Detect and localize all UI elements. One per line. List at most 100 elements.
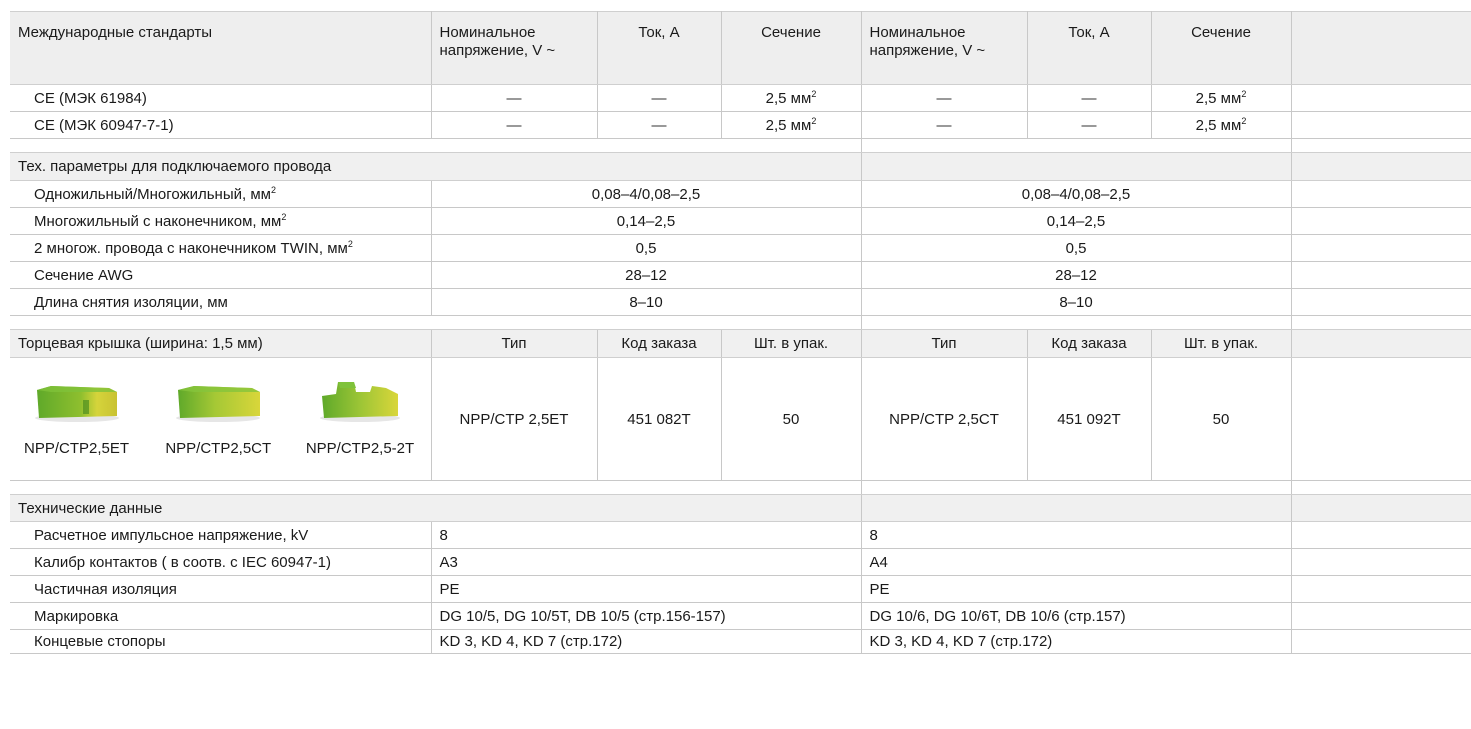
table-row: Частичная изоляция PE PE — [10, 575, 1471, 603]
section-value-b: 2,5 мм2 — [1151, 84, 1292, 112]
table-row: Маркировка DG 10/5, DG 10/5T, DB 10/5 (с… — [10, 602, 1471, 630]
type-value-a: NPP/CTP 2,5ET — [431, 357, 598, 481]
tech-value-a: KD 3, KD 4, KD 7 (стр.172) — [431, 629, 862, 654]
wire-value-a: 0,14–2,5 — [431, 207, 862, 235]
tech-param-name: Калибр контактов ( в соотв. с IEC 60947-… — [10, 548, 432, 576]
thumb-label: NPP/CTP2,5CT — [165, 439, 272, 457]
wire-value-a: 8–10 — [431, 288, 862, 316]
tech-param-name: Частичная изоляция — [10, 575, 432, 603]
type-header-b: Тип — [861, 329, 1028, 358]
wire-value-a: 0,08–4/0,08–2,5 — [431, 180, 862, 208]
qty-header-b: Шт. в упак. — [1151, 329, 1292, 358]
table-row: 2 многож. провода с наконечником TWIN, м… — [10, 234, 1471, 262]
endcap-row: NPP/CTP2,5ET NPP/CTP2,5CT NPP/CTP2,5-2T … — [10, 357, 1471, 481]
voltage-value-b: — — [861, 84, 1028, 112]
tech-value-b: KD 3, KD 4, KD 7 (стр.172) — [861, 629, 1292, 654]
empty-cell — [1291, 11, 1471, 85]
product-thumb: NPP/CTP2,5ET — [10, 378, 143, 457]
type-header-a: Тип — [431, 329, 598, 358]
code-value-a: 451 082T — [597, 357, 722, 481]
table-row: CE (МЭК 60947-7-1) — — 2,5 мм2 — — 2,5 м… — [10, 111, 1471, 139]
tech-param-name: Расчетное импульсное напряжение, kV — [10, 521, 432, 549]
table-row: Расчетное импульсное напряжение, kV 8 8 — [10, 521, 1471, 549]
current-value-b: — — [1027, 111, 1152, 139]
section-header-b: Сечение — [1151, 11, 1292, 85]
wire-param-name: 2 многож. провода с наконечником TWIN, м… — [10, 234, 432, 262]
table-row: Сечение AWG 28–12 28–12 — [10, 261, 1471, 289]
section-value-a: 2,5 мм2 — [721, 111, 862, 139]
product-thumb: NPP/CTP2,5-2T — [294, 378, 427, 457]
tech-value-a: A3 — [431, 548, 862, 576]
table-row: Многожильный с наконечником, мм2 0,14–2,… — [10, 207, 1471, 235]
endcap-title: Торцевая крышка (ширина: 1,5 мм) — [10, 329, 432, 358]
spacer-row — [10, 480, 1471, 495]
code-header-a: Код заказа — [597, 329, 722, 358]
current-value-b: — — [1027, 84, 1152, 112]
spec-sheet: Международные стандарты Номинальное напр… — [0, 0, 1471, 729]
empty-cell — [1291, 84, 1471, 112]
tech-header-row: Технические данные — [10, 494, 1471, 522]
thumb-label: NPP/CTP2,5-2T — [305, 439, 415, 457]
endcap-header-row: Торцевая крышка (ширина: 1,5 мм) Тип Код… — [10, 329, 1471, 358]
standard-name: CE (МЭК 61984) — [10, 84, 432, 112]
tech-value-b: DG 10/6, DG 10/6T, DB 10/6 (стр.157) — [861, 602, 1292, 630]
current-value-a: — — [597, 111, 722, 139]
tech-value-a: DG 10/5, DG 10/5T, DB 10/5 (стр.156-157) — [431, 602, 862, 630]
tech-title: Технические данные — [10, 494, 862, 522]
voltage-header-a: Номинальное напряжение, V ~ — [431, 11, 598, 85]
standards-title: Международные стандарты — [10, 11, 432, 85]
tech-value-b: 8 — [861, 521, 1292, 549]
standards-header-row: Международные стандарты Номинальное напр… — [10, 11, 1471, 85]
code-value-b: 451 092T — [1027, 357, 1152, 481]
qty-value-b: 50 — [1151, 357, 1292, 481]
wire-value-b: 0,08–4/0,08–2,5 — [861, 180, 1292, 208]
wire-value-b: 0,5 — [861, 234, 1292, 262]
spec-table: Международные стандарты Номинальное напр… — [10, 11, 1471, 654]
wire-title: Тех. параметры для подключаемого провода — [10, 152, 862, 181]
table-row: Концевые стопоры KD 3, KD 4, KD 7 (стр.1… — [10, 629, 1471, 654]
table-row: Одножильный/Многожильный, мм2 0,08–4/0,0… — [10, 180, 1471, 208]
current-header-b: Ток, А — [1027, 11, 1152, 85]
table-row: CE (МЭК 61984) — — 2,5 мм2 — — 2,5 мм2 — [10, 84, 1471, 112]
section-header-a: Сечение — [721, 11, 862, 85]
wire-param-name: Одножильный/Многожильный, мм2 — [10, 180, 432, 208]
wire-value-b: 28–12 — [861, 261, 1292, 289]
end-cover-stepped-icon — [320, 381, 400, 422]
wire-param-name: Длина снятия изоляции, мм — [10, 288, 432, 316]
empty-cell — [1291, 111, 1471, 139]
endcap-images: NPP/CTP2,5ET NPP/CTP2,5CT NPP/CTP2,5-2T — [10, 357, 432, 481]
end-cover-flat-icon — [176, 385, 261, 422]
end-cover-flat-icon — [34, 385, 119, 422]
section-value-a: 2,5 мм2 — [721, 84, 862, 112]
qty-header-a: Шт. в упак. — [721, 329, 862, 358]
table-row: Длина снятия изоляции, мм 8–10 8–10 — [10, 288, 1471, 316]
standard-name: CE (МЭК 60947-7-1) — [10, 111, 432, 139]
code-header-b: Код заказа — [1027, 329, 1152, 358]
voltage-value-a: — — [431, 84, 598, 112]
voltage-header-b: Номинальное напряжение, V ~ — [861, 11, 1028, 85]
wire-value-b: 8–10 — [861, 288, 1292, 316]
product-thumb: NPP/CTP2,5CT — [152, 378, 285, 457]
wire-header-row: Тех. параметры для подключаемого провода — [10, 152, 1471, 181]
spacer-row — [10, 138, 1471, 153]
voltage-value-b: — — [861, 111, 1028, 139]
spacer-row — [10, 315, 1471, 330]
current-value-a: — — [597, 84, 722, 112]
tech-value-a: 8 — [431, 521, 862, 549]
tech-value-a: PE — [431, 575, 862, 603]
type-value-b: NPP/CTP 2,5CT — [861, 357, 1028, 481]
tech-value-b: PE — [861, 575, 1292, 603]
wire-param-name: Сечение AWG — [10, 261, 432, 289]
tech-param-name: Концевые стопоры — [10, 629, 432, 654]
wire-value-a: 28–12 — [431, 261, 862, 289]
thumb-label: NPP/CTP2,5ET — [23, 439, 130, 457]
table-row: Калибр контактов ( в соотв. с IEC 60947-… — [10, 548, 1471, 576]
wire-param-name: Многожильный с наконечником, мм2 — [10, 207, 432, 235]
section-value-b: 2,5 мм2 — [1151, 111, 1292, 139]
qty-value-a: 50 — [721, 357, 862, 481]
tech-value-b: A4 — [861, 548, 1292, 576]
wire-value-a: 0,5 — [431, 234, 862, 262]
current-header-a: Ток, А — [597, 11, 722, 85]
wire-value-b: 0,14–2,5 — [861, 207, 1292, 235]
voltage-value-a: — — [431, 111, 598, 139]
